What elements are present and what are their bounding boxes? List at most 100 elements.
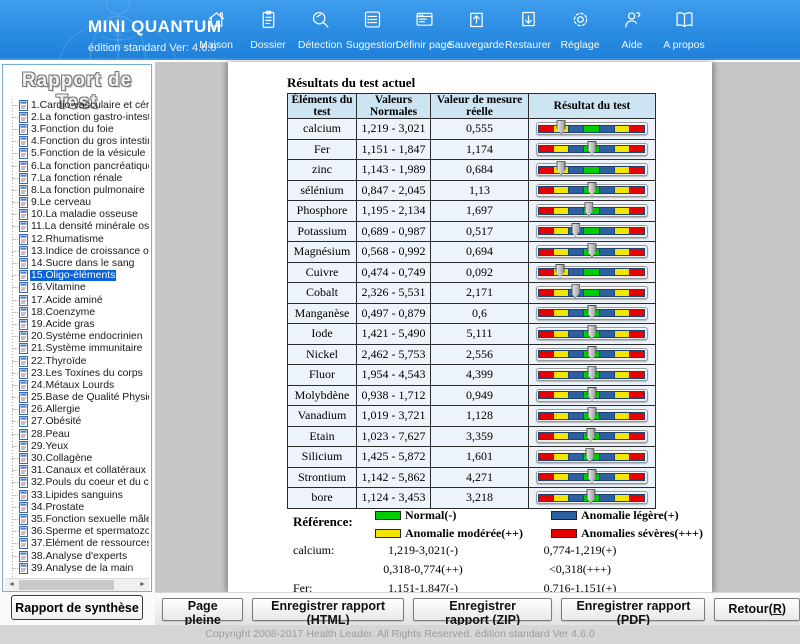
tree-item[interactable]: 17.Acide aminé — [5, 294, 149, 306]
result-bar — [536, 368, 648, 381]
tree-item[interactable]: 36.Sperme et spermatozoïdes — [5, 526, 149, 538]
nav-aide[interactable]: Aide — [606, 0, 658, 60]
nav-suggestion[interactable]: Suggestion — [346, 0, 398, 60]
normal-range: 1,019 - 3,721 — [357, 406, 431, 427]
synthese-report-button[interactable]: Rapport de synthèse — [11, 595, 143, 620]
tree-item[interactable]: 26.Allergie — [5, 404, 149, 416]
tree-item[interactable]: 21.Système immunitaire — [5, 343, 149, 355]
tree-item-label: 26.Allergie — [30, 404, 81, 415]
tree-item[interactable]: 25.Base de Qualité Physique — [5, 392, 149, 404]
table-header-row: Éléments du test Valeurs Normales Valeur… — [288, 94, 656, 119]
tree-item-label: 33.Lipides sanguins — [30, 490, 124, 501]
normal-range: 1,954 - 4,543 — [357, 365, 431, 386]
save-pdf-button[interactable]: Enregistrer rapport (PDF) — [561, 598, 705, 621]
tree-item[interactable]: 38.Analyse d'experts — [5, 550, 149, 562]
tree-item[interactable]: 29.Yeux — [5, 440, 149, 452]
scroll-left-arrow-icon[interactable]: ◄ — [5, 579, 18, 591]
tree-item[interactable]: 3.Fonction du foie — [5, 123, 149, 135]
result-bar — [536, 450, 648, 463]
sidebar-horizontal-scrollbar[interactable]: ◄ ► — [5, 578, 149, 591]
tree-item[interactable]: 15.Oligo-éléments — [5, 270, 149, 282]
light-anomaly-color-swatch — [551, 511, 577, 520]
tree-item[interactable]: 33.Lipides sanguins — [5, 489, 149, 501]
nav-restaurer[interactable]: Restaurer — [502, 0, 554, 60]
tree-item[interactable]: 20.Système endocrinien — [5, 331, 149, 343]
tree-item-label: 21.Système immunitaire — [30, 343, 143, 354]
table-row: calcium 1,219 - 3,021 0,555 — [288, 119, 656, 140]
tree-item[interactable]: 13.Indice de croissance osseuse — [5, 245, 149, 257]
tree-item[interactable]: 30.Collagène — [5, 452, 149, 464]
back-button[interactable]: Retour(R) — [714, 598, 800, 621]
result-bar — [536, 245, 648, 258]
tree-item[interactable]: 6.La fonction pancréatique — [5, 160, 149, 172]
normal-range: 2,462 - 5,753 — [357, 344, 431, 365]
nav-label: Dossier — [250, 39, 286, 51]
result-bar-cell — [529, 262, 656, 283]
tree-item[interactable]: 18.Coenzyme — [5, 306, 149, 318]
tree-item[interactable]: 23.Les Toxines du corps — [5, 367, 149, 379]
help-person-icon — [622, 9, 643, 35]
document-icon — [19, 234, 28, 245]
tree-item[interactable]: 19.Acide gras — [5, 318, 149, 330]
tree-item[interactable]: 16.Vitamine — [5, 282, 149, 294]
save-html-button[interactable]: Enregistrer rapport (HTML) — [252, 598, 403, 621]
scrollbar-thumb[interactable] — [19, 580, 114, 590]
nav-sauvegarde[interactable]: Sauvegarde — [450, 0, 502, 60]
tree-item[interactable]: 37.Élément de ressources humaines — [5, 538, 149, 550]
tree-item[interactable]: 10.La maladie osseuse — [5, 209, 149, 221]
bottom-button-bar: Page pleine Enregistrer rapport (HTML) E… — [155, 592, 800, 625]
measured-value: 1,601 — [431, 447, 529, 468]
result-bar — [536, 204, 648, 217]
tree-item[interactable]: 14.Sucre dans le sang — [5, 257, 149, 269]
clipboard-icon — [258, 9, 279, 35]
document-icon — [19, 526, 28, 537]
nav-dossier[interactable]: Dossier — [242, 0, 294, 60]
tree-item[interactable]: 8.La fonction pulmonaire — [5, 184, 149, 196]
nav-reglage[interactable]: Réglage — [554, 0, 606, 60]
table-row: Phosphore 1,195 - 2,134 1,697 — [288, 201, 656, 222]
measured-value: 1,128 — [431, 406, 529, 427]
tree-item[interactable]: 11.La densité minérale osseuse — [5, 221, 149, 233]
table-row: Manganèse 0,497 - 0,879 0,6 — [288, 303, 656, 324]
nav-definir-page[interactable]: Définir page — [398, 0, 450, 60]
tree-item[interactable]: 27.Obésité — [5, 416, 149, 428]
measured-value: 0,517 — [431, 221, 529, 242]
tree-item-label: 2.La fonction gastro-intestinale — [30, 112, 149, 123]
tree-item[interactable]: 9.Le cerveau — [5, 197, 149, 209]
tree-item[interactable]: 4.Fonction du gros intestin — [5, 136, 149, 148]
tree-item-label: 11.La densité minérale osseuse — [30, 221, 149, 232]
tree-item[interactable]: 28.Peau — [5, 428, 149, 440]
table-row: Fluor 1,954 - 4,543 4,399 — [288, 365, 656, 386]
tree-item[interactable]: 35.Fonction sexuelle mâle — [5, 513, 149, 525]
tree-item[interactable]: 34.Prostate — [5, 501, 149, 513]
normal-color-swatch — [375, 511, 401, 520]
book-icon — [674, 9, 695, 35]
tree-item[interactable]: 1.Cardio-vasculaire et cérébro-vasculair… — [5, 99, 149, 111]
document-icon — [19, 221, 28, 232]
result-bar — [536, 163, 648, 176]
tree-item[interactable]: 12.Rhumatisme — [5, 233, 149, 245]
nav-a-propos[interactable]: A propos — [658, 0, 710, 60]
element-name: Nickel — [288, 344, 357, 365]
tree-item[interactable]: 39.Analyse de la main — [5, 562, 149, 574]
nav-maison[interactable]: Maison — [190, 0, 242, 60]
tree-item-label: 36.Sperme et spermatozoïdes — [30, 526, 149, 537]
tree-item[interactable]: 5.Fonction de la vésicule biliaire — [5, 148, 149, 160]
table-row: Iode 1,421 - 5,490 5,111 — [288, 324, 656, 345]
measured-value: 0,555 — [431, 119, 529, 140]
tree-item[interactable]: 32.Pouls du coeur et du cerveau — [5, 477, 149, 489]
result-bar-cell — [529, 426, 656, 447]
nav-detection[interactable]: Détection — [294, 0, 346, 60]
save-zip-button[interactable]: Enregistrer rapport (ZIP) — [413, 598, 553, 621]
document-icon — [19, 551, 28, 562]
legend-label: Référence: — [293, 514, 353, 530]
tree-item[interactable]: 2.La fonction gastro-intestinale — [5, 111, 149, 123]
element-name: bore — [288, 488, 357, 509]
tree-item[interactable]: 7.La fonction rénale — [5, 172, 149, 184]
tree-item[interactable]: 24.Métaux Lourds — [5, 379, 149, 391]
scroll-right-arrow-icon[interactable]: ► — [136, 579, 149, 591]
full-page-button[interactable]: Page pleine — [162, 598, 243, 621]
tree-item[interactable]: 31.Canaux et collatéraux — [5, 465, 149, 477]
tree-item[interactable]: 22.Thyroïde — [5, 355, 149, 367]
measured-value: 3,218 — [431, 488, 529, 509]
